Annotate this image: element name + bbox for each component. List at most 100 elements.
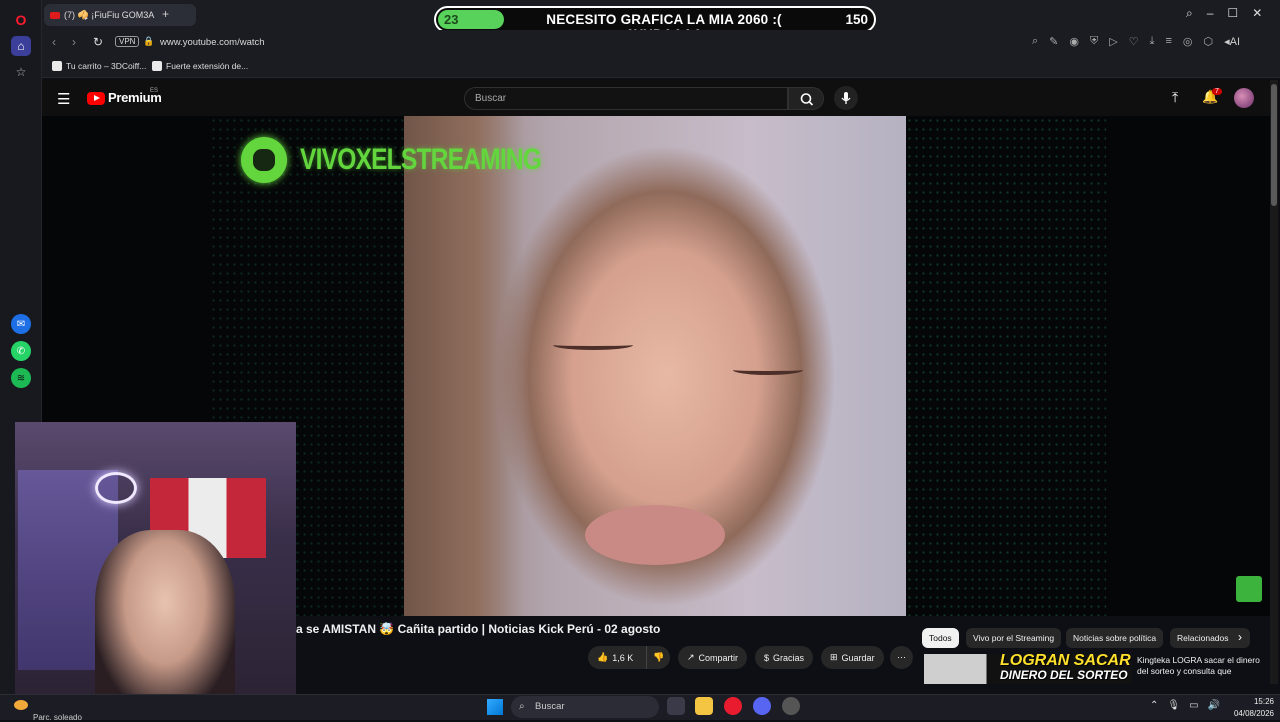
clock-date[interactable]: 04/08/2026 — [1224, 709, 1274, 718]
close-icon[interactable]: ✕ — [1252, 6, 1262, 24]
menu-icon[interactable]: ≡ — [1165, 35, 1171, 51]
whatsapp-icon[interactable]: ✆ — [11, 341, 31, 361]
youtube-header: ☰ Premium ES Buscar ⤒ 🔔 7 — [42, 80, 1270, 116]
discord-icon[interactable] — [753, 697, 771, 715]
chevron-up-icon[interactable]: ⌃ — [1150, 700, 1158, 711]
back-icon[interactable]: ‹ — [52, 35, 56, 49]
video-hair-shade — [404, 116, 524, 616]
play-icon[interactable]: ▷ — [1109, 35, 1117, 51]
home-icon[interactable]: ⌂ — [11, 36, 31, 56]
thanks-label: Gracias — [773, 652, 805, 663]
recommended-title[interactable]: Kingteka LOGRA sacar el dinero del sorte… — [1137, 655, 1265, 677]
mic-tray-icon[interactable]: 🎙 — [1167, 700, 1180, 711]
taskbar-search[interactable]: ⌕ Buscar — [511, 696, 659, 718]
weather-sun-icon[interactable] — [14, 700, 28, 710]
messenger-icon[interactable]: ✉ — [11, 314, 31, 334]
chevron-right-icon[interactable]: › — [1238, 630, 1242, 644]
more-actions-button[interactable]: ⋯ — [890, 646, 913, 669]
new-tab-icon[interactable]: + — [162, 7, 169, 21]
region-label: ES — [150, 88, 159, 94]
chip-streaming[interactable]: Vivo por el Streaming — [966, 628, 1062, 648]
system-tray: ⌃ 🎙 ▭ 🔊 — [1150, 700, 1220, 711]
bookmark-item[interactable]: Fuerte extensión de... — [152, 61, 248, 71]
ai-label: AI — [1229, 36, 1241, 48]
search-button[interactable] — [788, 87, 824, 110]
opera-logo-icon[interactable]: O — [11, 10, 31, 30]
volume-icon[interactable]: 🔊 — [1208, 700, 1220, 711]
corner-watermark-icon — [1236, 576, 1262, 602]
video-lips — [585, 505, 725, 565]
clock-time[interactable]: 15:26 — [1242, 697, 1274, 706]
thumbnail-text: LOGRAN SACAR DINERO DEL SORTEO — [1000, 652, 1131, 683]
channel-watermark: VIVOXELSTREAMING — [300, 143, 542, 176]
vpn-badge[interactable]: VPN — [115, 36, 140, 47]
profile-icon[interactable]: ◎ — [1183, 35, 1193, 51]
share-label: Compartir — [698, 652, 739, 663]
lock-icon[interactable]: 🔒 — [143, 36, 154, 47]
more-icon: ⋯ — [897, 652, 906, 662]
video-title: a se AMISTAN 🤯 Cañita partido | Noticias… — [296, 622, 661, 636]
minimize-icon[interactable]: – — [1207, 6, 1214, 24]
search-tabs-icon[interactable]: ⌕ — [1186, 6, 1193, 24]
weather-label[interactable]: Parc. soleado — [33, 713, 82, 722]
file-explorer-icon[interactable] — [695, 697, 713, 715]
video-eye-left — [553, 340, 633, 350]
tab-youtube[interactable]: (7) 🥠 ¡FiuFiu GOM3A — [44, 4, 196, 26]
share-icon: ↗ — [687, 652, 695, 662]
thumbnail-text-line1: LOGRAN SACAR — [1000, 652, 1131, 669]
camera-icon[interactable]: ◉ — [1069, 35, 1079, 51]
shield-icon[interactable]: ⛨ — [1090, 35, 1098, 51]
edit-icon[interactable]: ✎ — [1049, 35, 1058, 51]
bookmarks-bar: Tu carrito – 3DCoiff... Fuerte extensión… — [42, 56, 1280, 78]
address-bar: ‹ › ↻ VPN 🔒 www.youtube.com/watch ⌕ ✎ ◉ … — [42, 30, 1280, 56]
video-eye-right — [733, 365, 803, 375]
thumbs-up-icon: 👍 — [597, 652, 609, 662]
windows-start-icon[interactable] — [487, 699, 503, 715]
search-icon: ⌕ — [519, 701, 525, 712]
search-input[interactable]: Buscar — [464, 87, 788, 110]
spotify-icon[interactable]: ≋ — [11, 368, 31, 388]
save-button[interactable]: ⊞ Guardar — [821, 646, 884, 669]
recommendation-chips: Todos Vivo por el Streaming Noticias sob… — [922, 628, 1252, 648]
taskbar-search-label: Buscar — [535, 701, 565, 712]
url-field[interactable]: www.youtube.com/watch — [160, 37, 265, 48]
dislike-button[interactable]: 👎 — [646, 646, 670, 669]
bookmark-favicon-icon — [52, 61, 62, 71]
upload-icon[interactable]: ⤒ — [1172, 89, 1178, 106]
bookmark-label: Fuerte extensión de... — [166, 61, 249, 71]
bookmark-icon: ⊞ — [830, 652, 838, 662]
channel-logo-inner — [253, 149, 275, 171]
thanks-button[interactable]: $ Gracias — [755, 646, 814, 669]
search-icon — [800, 93, 814, 106]
bookmark-label: Tu carrito – 3DCoiff... — [66, 61, 147, 71]
maximize-icon[interactable]: ☐ — [1227, 6, 1238, 24]
hamburger-menu-icon[interactable]: ☰ — [57, 90, 70, 108]
voice-search-button[interactable] — [834, 86, 858, 110]
forward-icon[interactable]: › — [72, 35, 76, 49]
matrix-background-right — [906, 116, 1106, 616]
extensions-icon[interactable]: ⬡ — [1204, 35, 1214, 51]
opera-taskbar-icon[interactable] — [724, 697, 742, 715]
aria-ai-button[interactable]: ◂AI — [1224, 35, 1240, 51]
goal-current-count: 23 — [444, 12, 459, 27]
bookmark-item[interactable]: Tu carrito – 3DCoiff... — [52, 61, 146, 71]
task-view-icon[interactable] — [667, 697, 685, 715]
network-icon[interactable]: ▭ — [1189, 700, 1198, 711]
thanks-icon: $ — [764, 652, 770, 663]
webcam-person — [95, 530, 235, 710]
chip-all[interactable]: Todos — [922, 628, 959, 648]
chip-politics[interactable]: Noticias sobre política — [1066, 628, 1164, 648]
reload-icon[interactable]: ↻ — [93, 35, 103, 49]
youtube-favicon-icon — [50, 11, 60, 19]
like-button[interactable]: 👍 1,6 K — [588, 646, 646, 669]
heart-icon[interactable]: ♡ — [1129, 35, 1139, 51]
toolbar-icons: ⌕ ✎ ◉ ⛨ ▷ ♡ ⤓ ≡ ◎ ⬡ ◂AI — [1032, 35, 1240, 51]
obs-icon[interactable] — [782, 697, 800, 715]
like-count: 1,6 K — [612, 652, 634, 663]
avatar[interactable] — [1234, 88, 1254, 108]
download-icon[interactable]: ⤓ — [1150, 35, 1155, 51]
zoom-icon[interactable]: ⌕ — [1032, 35, 1038, 51]
scroll-thumb[interactable] — [1271, 84, 1277, 206]
share-button[interactable]: ↗ Compartir — [678, 646, 748, 669]
star-icon[interactable]: ☆ — [11, 62, 31, 82]
